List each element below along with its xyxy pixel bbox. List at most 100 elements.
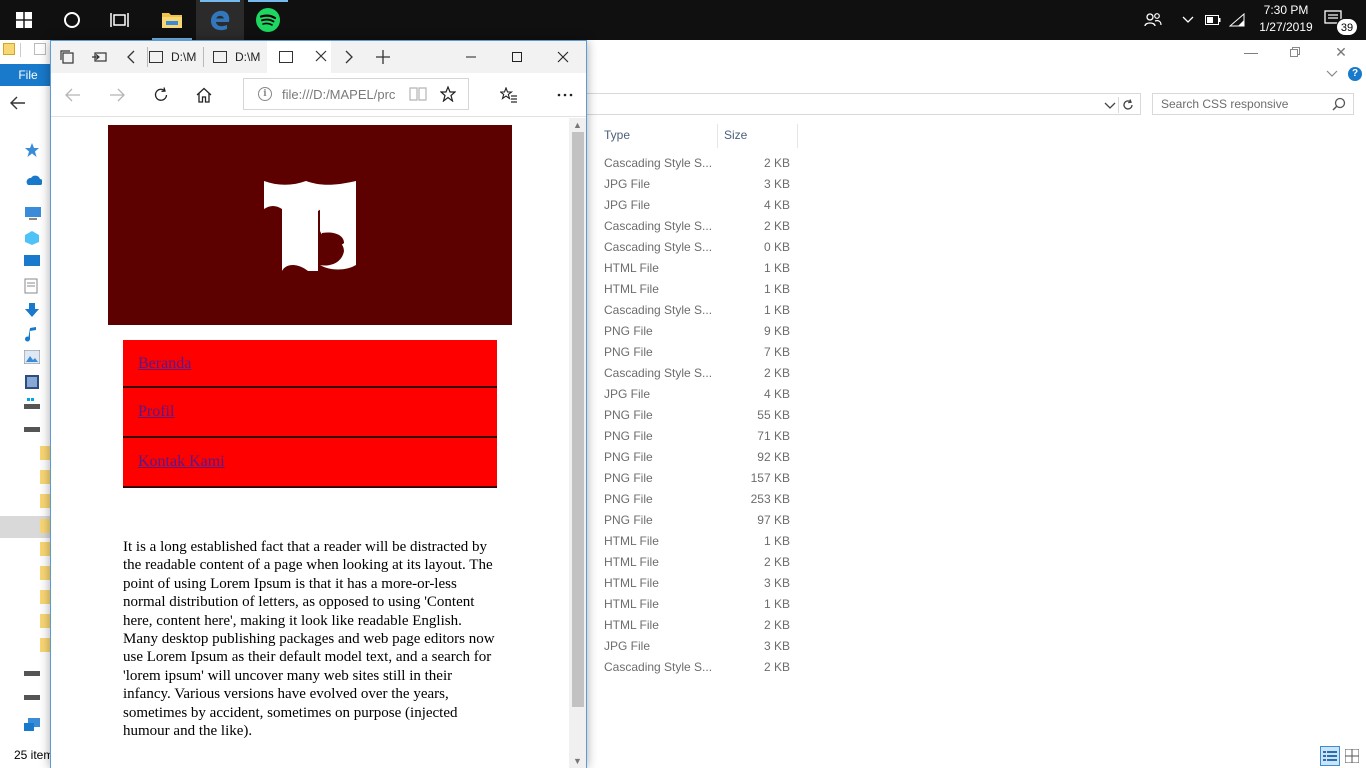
file-row[interactable]: PNG File 97 KB (598, 510, 798, 531)
this-pc-icon[interactable] (24, 206, 41, 222)
link-profil[interactable]: Profil (138, 403, 174, 420)
link-beranda[interactable]: Beranda (138, 355, 191, 372)
search-input[interactable]: Search CSS responsive (1152, 93, 1354, 115)
file-tab[interactable]: File (0, 64, 56, 86)
refresh-icon[interactable] (1118, 97, 1136, 113)
file-row[interactable]: PNG File 253 KB (598, 489, 798, 510)
more-options-icon[interactable] (549, 79, 581, 111)
favorites-hub-icon[interactable] (493, 79, 525, 111)
tabs-aside-icon[interactable] (85, 41, 113, 73)
favorite-star-icon[interactable] (439, 85, 457, 105)
back-arrow-icon[interactable] (10, 96, 26, 113)
link-kontak-kami[interactable]: Kontak Kami (138, 453, 225, 470)
file-row[interactable]: HTML File 2 KB (598, 615, 798, 636)
new-tab-icon[interactable] (369, 41, 397, 73)
edge-maximize-button[interactable] (494, 41, 540, 73)
file-row[interactable]: PNG File 92 KB (598, 447, 798, 468)
os-drive-icon[interactable] (24, 398, 40, 414)
documents-icon[interactable] (24, 278, 40, 294)
file-row[interactable]: HTML File 1 KB (598, 594, 798, 615)
file-row[interactable]: PNG File 71 KB (598, 426, 798, 447)
wifi-icon[interactable] (1226, 0, 1248, 40)
videos-icon[interactable] (24, 374, 40, 390)
properties-icon[interactable] (34, 43, 46, 55)
pictures-icon[interactable] (23, 349, 41, 366)
file-row[interactable]: Cascading Style S... 0 KB (598, 237, 798, 258)
web-page-content[interactable]: Beranda Profil Kontak Kami It is a long … (51, 118, 570, 768)
refresh-icon[interactable] (145, 79, 177, 111)
star-icon[interactable] (24, 142, 40, 158)
file-row[interactable]: HTML File 1 KB (598, 279, 798, 300)
details-view-icon[interactable] (1320, 746, 1340, 766)
tab-scroll-right-icon[interactable] (335, 41, 363, 73)
page-icon (149, 51, 163, 63)
drive-icon[interactable] (24, 666, 40, 682)
file-row[interactable]: JPG File 3 KB (598, 174, 798, 195)
file-row[interactable]: HTML File 1 KB (598, 258, 798, 279)
column-header-type[interactable]: Type (604, 124, 630, 146)
browser-tab-active[interactable] (267, 41, 331, 73)
address-dropdown-icon[interactable] (1104, 99, 1116, 113)
address-bar[interactable] (586, 93, 1141, 115)
file-row[interactable]: JPG File 3 KB (598, 636, 798, 657)
edge-icon[interactable] (196, 0, 244, 40)
people-icon[interactable] (1140, 0, 1166, 40)
file-row[interactable]: Cascading Style S... 2 KB (598, 153, 798, 174)
file-row[interactable]: JPG File 4 KB (598, 195, 798, 216)
file-row[interactable]: Cascading Style S... 1 KB (598, 300, 798, 321)
file-row[interactable]: PNG File 7 KB (598, 342, 798, 363)
home-icon[interactable] (188, 79, 220, 111)
close-tab-icon[interactable] (315, 50, 327, 65)
search-icon[interactable] (1332, 97, 1346, 111)
desktop-icon[interactable] (24, 254, 40, 270)
large-icons-view-icon[interactable] (1342, 746, 1362, 766)
reading-view-icon[interactable] (409, 87, 427, 104)
file-row[interactable]: JPG File 4 KB (598, 384, 798, 405)
file-row[interactable]: PNG File 9 KB (598, 321, 798, 342)
set-aside-tabs-icon[interactable] (53, 41, 81, 73)
browser-tab[interactable]: D:\M (201, 41, 267, 73)
3d-objects-icon[interactable] (24, 230, 40, 246)
onedrive-icon[interactable] (24, 174, 43, 190)
column-header-size[interactable]: Size (724, 124, 747, 146)
cortana-icon[interactable] (48, 0, 96, 40)
scroll-down-arrow-icon[interactable]: ▼ (569, 754, 586, 768)
clock[interactable]: 7:30 PM 1/27/2019 (1246, 2, 1326, 36)
menu-item-profil: Profil (123, 388, 497, 438)
downloads-icon[interactable] (24, 302, 40, 318)
task-view-icon[interactable] (96, 0, 144, 40)
file-row[interactable]: HTML File 2 KB (598, 552, 798, 573)
help-icon[interactable]: ? (1348, 67, 1362, 81)
notification-icon[interactable]: 39 (1320, 0, 1358, 40)
file-row[interactable]: HTML File 3 KB (598, 573, 798, 594)
scroll-up-arrow-icon[interactable]: ▲ (569, 118, 586, 132)
scrollbar-thumb[interactable] (572, 132, 584, 707)
chevron-up-icon[interactable] (1178, 0, 1198, 40)
explorer-minimize-button[interactable]: — (1228, 40, 1274, 64)
spotify-icon[interactable] (244, 0, 292, 40)
file-row[interactable]: PNG File 55 KB (598, 405, 798, 426)
windows-start-icon[interactable] (0, 0, 48, 40)
forward-arrow-icon[interactable] (101, 79, 133, 111)
battery-icon[interactable] (1202, 0, 1224, 40)
chevron-down-icon[interactable] (1326, 67, 1338, 81)
back-arrow-icon[interactable] (57, 79, 89, 111)
file-row[interactable]: HTML File 1 KB (598, 531, 798, 552)
address-bar[interactable]: i file:///D:/MAPEL/prc (243, 78, 469, 110)
edge-minimize-button[interactable] (448, 41, 494, 73)
edge-close-button[interactable] (540, 41, 586, 73)
drive-icon[interactable] (24, 690, 40, 706)
vertical-scrollbar[interactable]: ▲ ▼ (569, 118, 586, 768)
browser-tab[interactable]: D:\M (137, 41, 203, 73)
file-row[interactable]: Cascading Style S... 2 KB (598, 216, 798, 237)
file-row[interactable]: PNG File 157 KB (598, 468, 798, 489)
music-icon[interactable] (24, 326, 40, 342)
file-explorer-icon[interactable] (148, 0, 196, 40)
explorer-restore-button[interactable] (1272, 40, 1318, 64)
network-icon[interactable] (24, 718, 40, 734)
file-row[interactable]: Cascading Style S... 2 KB (598, 363, 798, 384)
explorer-close-button[interactable]: ✕ (1318, 40, 1364, 64)
file-row[interactable]: Cascading Style S... 2 KB (598, 657, 798, 678)
drive-icon[interactable] (24, 422, 40, 438)
info-icon[interactable]: i (258, 87, 272, 101)
